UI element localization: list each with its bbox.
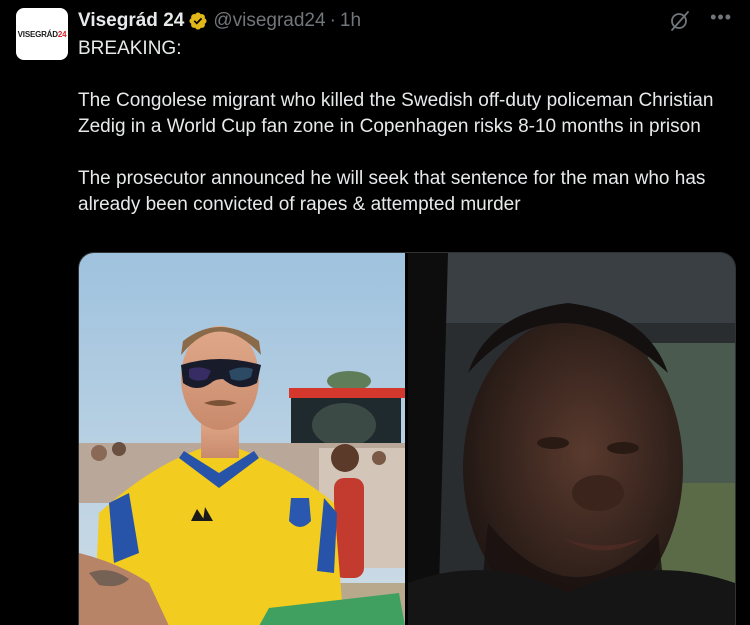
avatar[interactable]: VISEGRÁD24 (16, 8, 68, 60)
display-name[interactable]: Visegrád 24 (78, 10, 184, 32)
tweet[interactable]: VISEGRÁD24 Visegrád 24 @visegrad24 · 1h … (0, 0, 750, 625)
media-grid (78, 252, 736, 625)
separator: · (329, 10, 336, 31)
tweet-header: Visegrád 24 @visegrad24 · 1h ••• (78, 8, 740, 34)
grok-icon[interactable] (668, 9, 692, 33)
tweet-paragraph-1: The Congolese migrant who killed the Swe… (78, 90, 714, 137)
tweet-line-breaking: BREAKING: (78, 38, 182, 59)
handle[interactable]: @visegrad24 (213, 10, 325, 32)
photo-right[interactable] (408, 253, 735, 625)
header-actions: ••• (668, 8, 732, 34)
more-icon[interactable]: ••• (710, 8, 732, 26)
photo-left[interactable] (79, 253, 405, 625)
timestamp[interactable]: 1h (340, 10, 361, 32)
verified-badge-icon[interactable] (188, 11, 208, 31)
tweet-paragraph-2: The prosecutor announced he will seek th… (78, 168, 706, 215)
tweet-text: BREAKING: The Congolese migrant who kill… (78, 36, 742, 218)
avatar-logo-text: VISEGRÁD24 (17, 29, 67, 39)
